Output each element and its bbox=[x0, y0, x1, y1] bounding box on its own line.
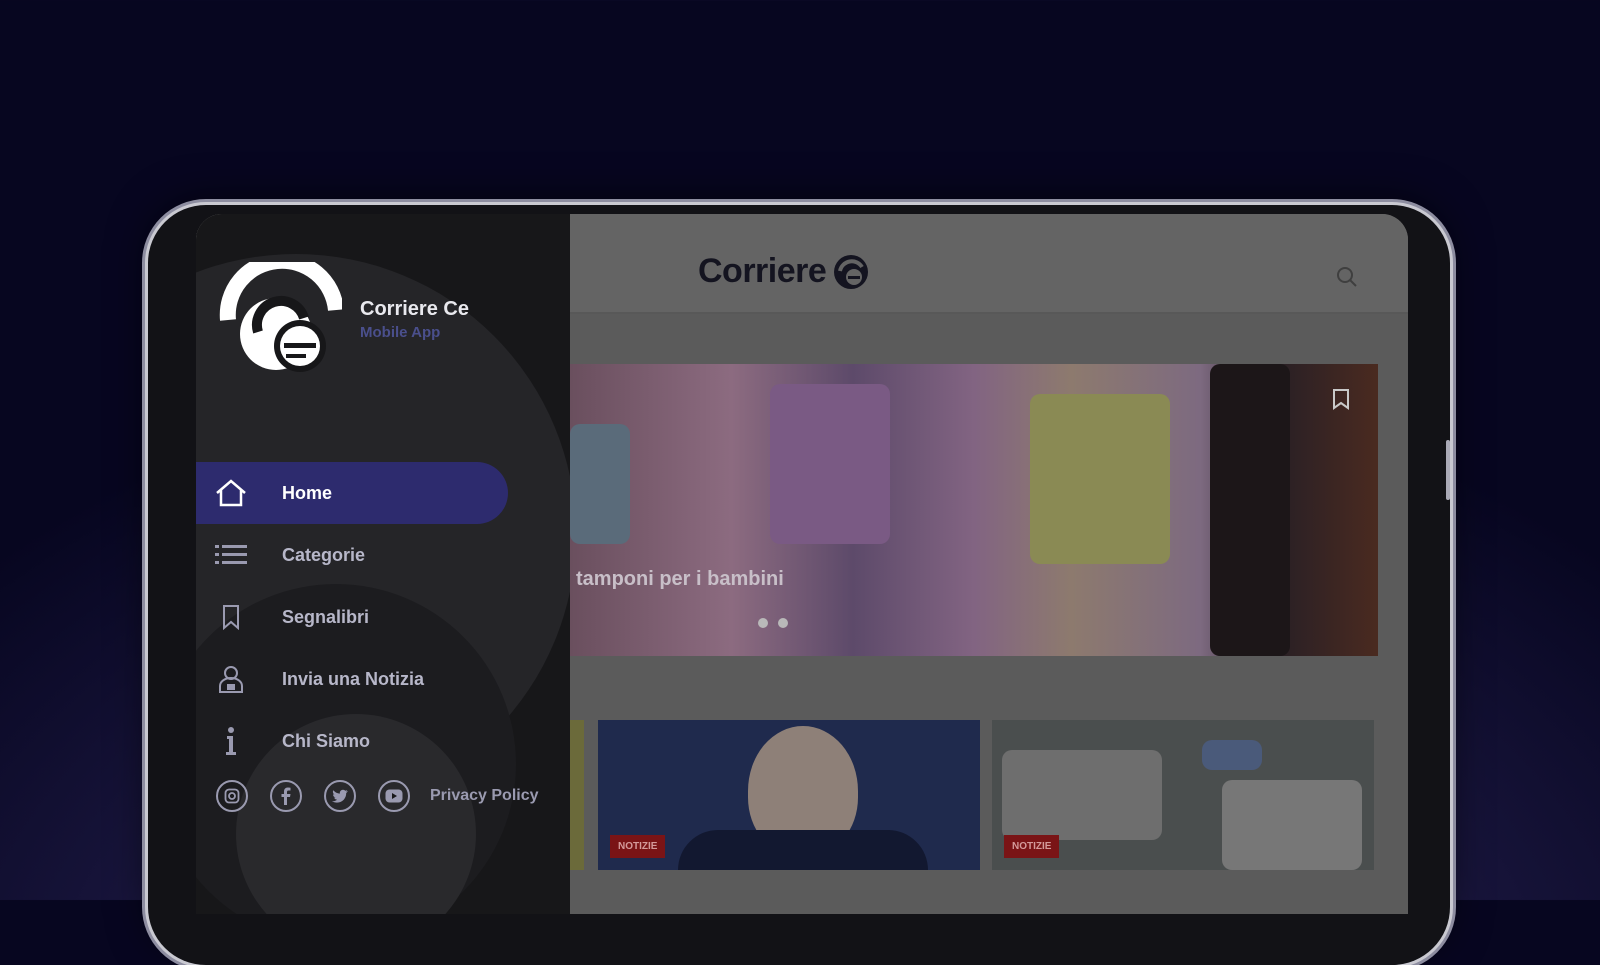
person-icon bbox=[214, 663, 248, 695]
privacy-policy-link[interactable]: Privacy Policy bbox=[430, 787, 539, 805]
slide-image bbox=[570, 364, 1378, 656]
card-image bbox=[1002, 750, 1162, 840]
app-logo bbox=[219, 262, 342, 372]
facebook-icon[interactable] bbox=[270, 780, 302, 812]
menu-item-label: Invia una Notizia bbox=[282, 668, 425, 689]
instagram-icon[interactable] bbox=[216, 780, 248, 812]
brand-mark-icon bbox=[834, 254, 869, 289]
slide-caption: tamponi per i bambini bbox=[576, 568, 784, 590]
social-links: Privacy Policy bbox=[216, 780, 539, 812]
card-tag: NOTIZIE bbox=[610, 835, 666, 858]
slider-dots[interactable] bbox=[758, 618, 788, 628]
card-image-detail bbox=[1222, 780, 1362, 870]
menu-item-home[interactable]: Home bbox=[196, 462, 508, 524]
menu-item-segnalibri[interactable]: Segnalibri bbox=[196, 586, 570, 648]
menu-item-label: Chi Siamo bbox=[282, 730, 371, 751]
card-image-detail bbox=[678, 830, 928, 870]
menu-item-label: Segnalibri bbox=[282, 606, 370, 627]
menu-item-categorie[interactable]: Categorie bbox=[196, 524, 570, 586]
bookmark-icon[interactable] bbox=[1332, 388, 1350, 410]
twitter-icon[interactable] bbox=[324, 780, 356, 812]
menu-item-invia-notizia[interactable]: Invia una Notizia bbox=[196, 648, 570, 710]
bookmark-icon bbox=[214, 601, 248, 633]
home-icon bbox=[214, 477, 248, 509]
youtube-icon[interactable] bbox=[378, 780, 410, 812]
card-image-detail bbox=[1202, 740, 1262, 770]
tablet-screen: Corriere tamponi per i bambini NOTIZIE N… bbox=[196, 214, 1408, 914]
slider-dot[interactable] bbox=[758, 618, 768, 628]
info-icon bbox=[214, 725, 248, 757]
menu-item-label: Categorie bbox=[282, 544, 366, 565]
list-icon bbox=[214, 539, 248, 571]
brand-logo: Corriere bbox=[698, 252, 870, 291]
menu-item-label: Home bbox=[282, 482, 333, 503]
search-icon[interactable] bbox=[1336, 266, 1358, 288]
menu-item-chi-siamo[interactable]: Chi Siamo bbox=[196, 710, 570, 772]
news-card[interactable]: NOTIZIE bbox=[598, 720, 980, 870]
drawer-title: Corriere Ce bbox=[360, 298, 469, 320]
featured-slider[interactable]: tamponi per i bambini bbox=[570, 364, 1378, 656]
brand-wordmark: Corriere bbox=[698, 252, 827, 290]
drawer-subtitle: Mobile App bbox=[360, 324, 441, 341]
tablet-side-button bbox=[1446, 440, 1450, 500]
card-tag: NOTIZIE bbox=[1004, 835, 1060, 858]
navigation-drawer: Corriere Ce Mobile App Home Categorie Se… bbox=[196, 214, 570, 914]
slider-dot[interactable] bbox=[778, 618, 788, 628]
news-card[interactable]: NOTIZIE bbox=[992, 720, 1374, 870]
drawer-menu: Home Categorie Segnalibri Invia una Noti… bbox=[196, 462, 570, 772]
